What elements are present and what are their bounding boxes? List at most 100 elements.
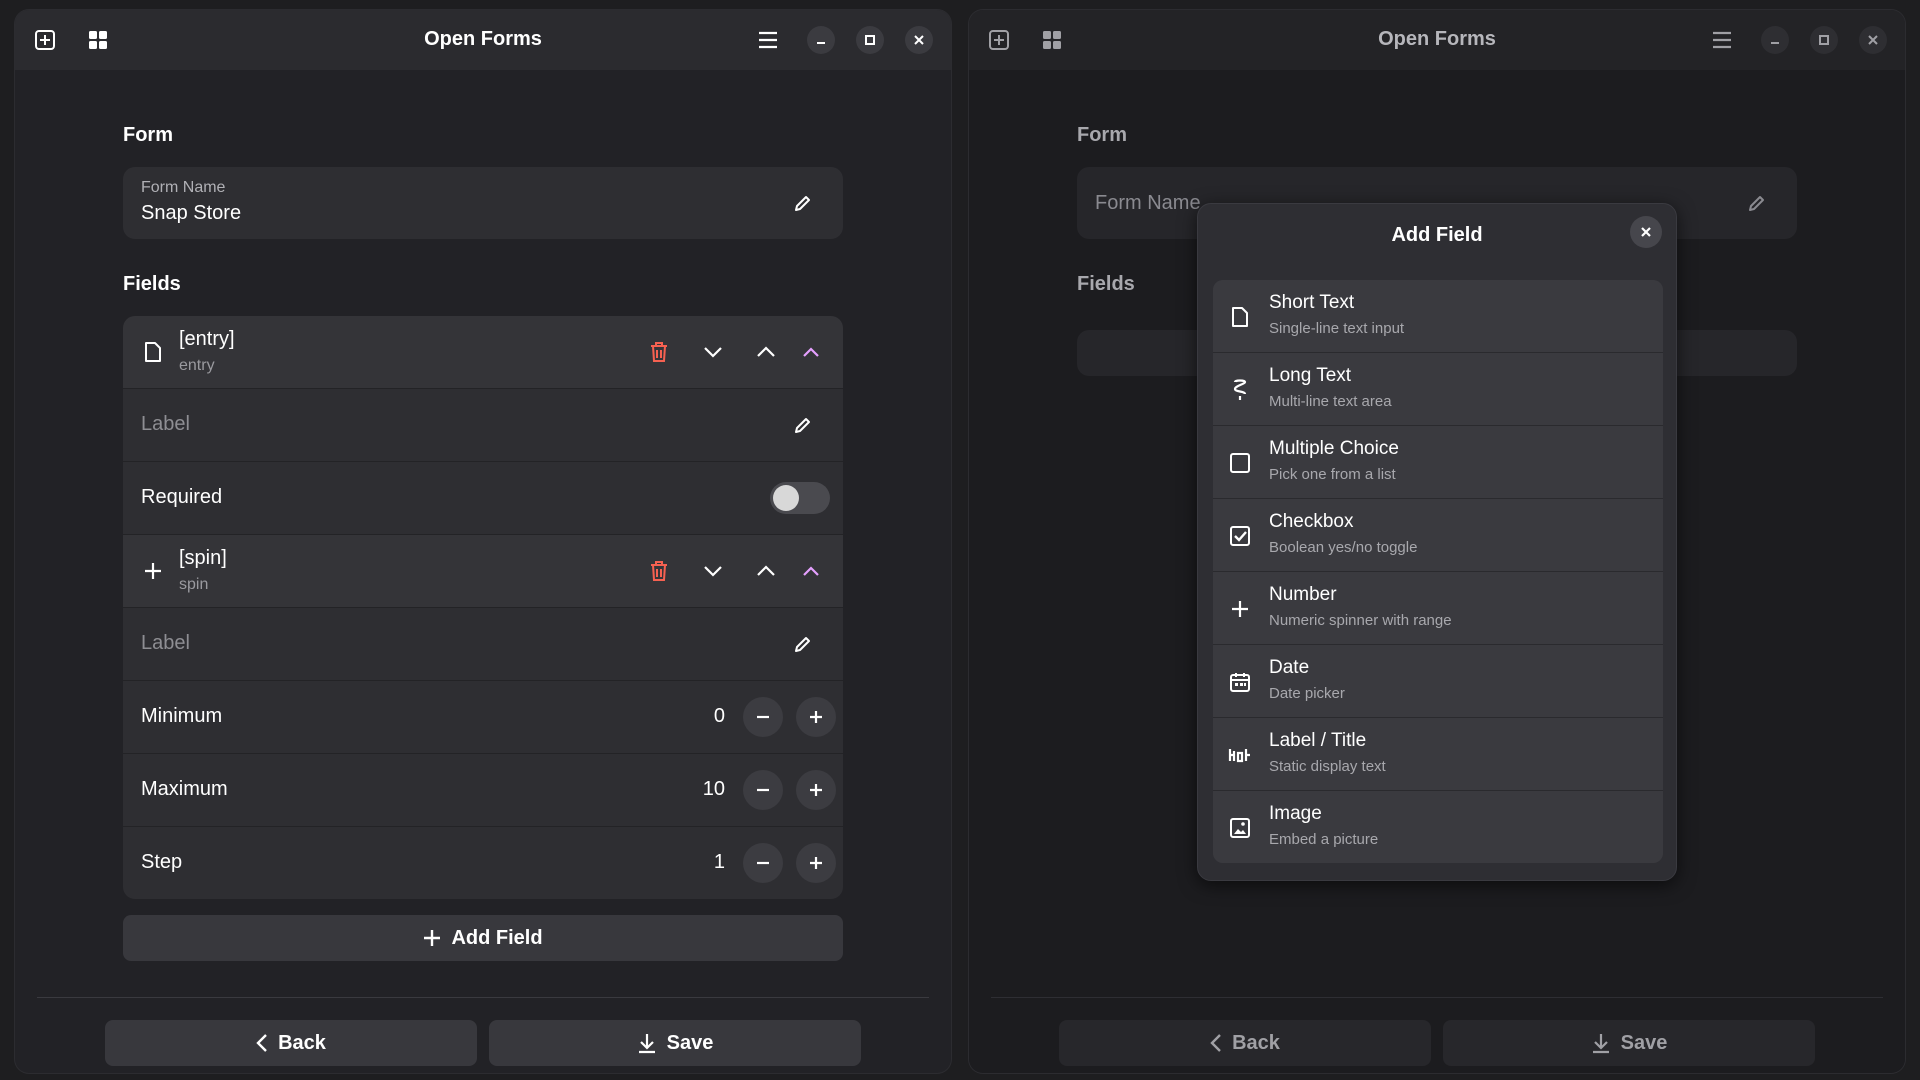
- fields-section-title: Fields: [123, 273, 181, 295]
- back-button[interactable]: Back: [1059, 1020, 1431, 1066]
- close-icon: [1868, 35, 1878, 45]
- required-toggle[interactable]: [770, 482, 830, 514]
- maximum-increment-button[interactable]: [796, 770, 836, 810]
- form-section-title: Form: [123, 124, 173, 146]
- form-name-value[interactable]: Snap Store: [141, 202, 241, 225]
- item-title: Date: [1269, 657, 1310, 678]
- move-down-button[interactable]: [701, 340, 725, 364]
- maximize-button[interactable]: [856, 26, 884, 54]
- chevron-up-icon: [757, 346, 775, 357]
- image-icon: [1227, 815, 1253, 841]
- field-type-short-text[interactable]: Short Text Single-line text input: [1213, 280, 1663, 352]
- chevron-up-icon: [757, 565, 775, 576]
- field-type-multiple-choice[interactable]: Multiple Choice Pick one from a list: [1213, 425, 1663, 498]
- pencil-icon: [795, 196, 810, 211]
- move-up-button[interactable]: [754, 340, 778, 364]
- plus-icon: [810, 857, 822, 869]
- close-window-button[interactable]: [905, 26, 933, 54]
- edit-label-button[interactable]: [791, 413, 815, 437]
- close-window-button[interactable]: [1859, 26, 1887, 54]
- download-icon: [1592, 1034, 1609, 1054]
- footer-separator: [991, 997, 1883, 998]
- form-editor: Form Form Name Snap Store Fields [entry]…: [15, 70, 951, 1073]
- field-title: [entry]: [179, 328, 235, 350]
- item-subtitle: Embed a picture: [1269, 831, 1379, 848]
- minus-icon: [757, 861, 769, 865]
- field-label-row[interactable]: Label: [123, 388, 843, 461]
- close-icon: [914, 35, 924, 45]
- minimum-increment-button[interactable]: [796, 697, 836, 737]
- pencil-icon: [1749, 196, 1764, 211]
- save-label: Save: [666, 1031, 714, 1054]
- step-value[interactable]: 1: [685, 851, 725, 874]
- step-label: Step: [141, 851, 183, 873]
- minimize-button[interactable]: [807, 26, 835, 54]
- delete-field-button[interactable]: [647, 559, 671, 583]
- step-decrement-button[interactable]: [743, 843, 783, 883]
- field-row-spin[interactable]: [spin] spin: [123, 534, 843, 607]
- field-type-long-text[interactable]: Long Text Multi-line text area: [1213, 352, 1663, 425]
- item-subtitle: Pick one from a list: [1269, 466, 1396, 483]
- edit-form-name-button[interactable]: [791, 191, 815, 215]
- dialog-close-button[interactable]: [1630, 216, 1662, 248]
- field-subtitle: spin: [179, 576, 209, 593]
- save-label: Save: [1620, 1031, 1668, 1054]
- plus-icon: [141, 559, 165, 583]
- field-row-entry[interactable]: [entry] entry: [123, 316, 843, 388]
- collapse-field-button[interactable]: [799, 559, 823, 583]
- paragraph-icon: [1227, 377, 1253, 403]
- item-subtitle: Date picker: [1269, 685, 1345, 702]
- minus-icon: [757, 715, 769, 719]
- minimize-button[interactable]: [1761, 26, 1789, 54]
- item-title: Image: [1269, 803, 1322, 824]
- field-label-row[interactable]: Label: [123, 607, 843, 680]
- minus-icon: [757, 788, 769, 792]
- minimize-icon: [1771, 42, 1779, 44]
- form-name-field[interactable]: Form Name Snap Store: [123, 167, 843, 239]
- item-title: Label / Title: [1269, 730, 1367, 751]
- item-subtitle: Numeric spinner with range: [1269, 612, 1452, 629]
- hamburger-icon: [759, 31, 777, 49]
- maximum-label: Maximum: [141, 778, 228, 800]
- maximum-decrement-button[interactable]: [743, 770, 783, 810]
- maximize-button[interactable]: [1810, 26, 1838, 54]
- field-type-image[interactable]: Image Embed a picture: [1213, 790, 1663, 863]
- fields-section-title: Fields: [1077, 273, 1135, 295]
- save-button[interactable]: Save: [1443, 1020, 1815, 1066]
- item-subtitle: Single-line text input: [1269, 320, 1405, 337]
- header-bar: Open Forms: [15, 10, 951, 70]
- form-name-label: Form Name: [141, 179, 226, 196]
- menu-button[interactable]: [753, 25, 783, 55]
- minimum-decrement-button[interactable]: [743, 697, 783, 737]
- footer-separator: [37, 997, 929, 998]
- add-field-button[interactable]: Add Field: [123, 915, 843, 961]
- step-increment-button[interactable]: [796, 843, 836, 883]
- required-row: Required: [123, 461, 843, 534]
- document-icon: [1227, 304, 1253, 330]
- field-type-date[interactable]: Date Date picker: [1213, 644, 1663, 717]
- move-down-button[interactable]: [701, 559, 725, 583]
- back-label: Back: [1232, 1031, 1280, 1054]
- minimum-value[interactable]: 0: [685, 705, 725, 728]
- item-title: Checkbox: [1269, 511, 1354, 532]
- checkbox-empty-icon: [1227, 450, 1253, 476]
- pencil-icon: [795, 637, 810, 652]
- chevron-up-icon: [803, 346, 819, 357]
- field-type-label-title[interactable]: Label / Title Static display text: [1213, 717, 1663, 790]
- field-type-checkbox[interactable]: Checkbox Boolean yes/no toggle: [1213, 498, 1663, 571]
- move-up-button[interactable]: [754, 559, 778, 583]
- edit-label-button[interactable]: [791, 632, 815, 656]
- collapse-field-button[interactable]: [799, 340, 823, 364]
- edit-form-name-button[interactable]: [1745, 191, 1769, 215]
- maximum-value[interactable]: 10: [685, 778, 725, 801]
- close-icon: [1641, 227, 1651, 237]
- field-type-number[interactable]: Number Numeric spinner with range: [1213, 571, 1663, 644]
- form-section-title: Form: [1077, 124, 1127, 146]
- delete-field-button[interactable]: [647, 340, 671, 364]
- pencil-icon: [795, 418, 810, 433]
- dialog-title: Add Field: [1391, 224, 1483, 246]
- back-button[interactable]: Back: [105, 1020, 477, 1066]
- menu-button[interactable]: [1707, 25, 1737, 55]
- save-button[interactable]: Save: [489, 1020, 861, 1066]
- required-label: Required: [141, 486, 223, 508]
